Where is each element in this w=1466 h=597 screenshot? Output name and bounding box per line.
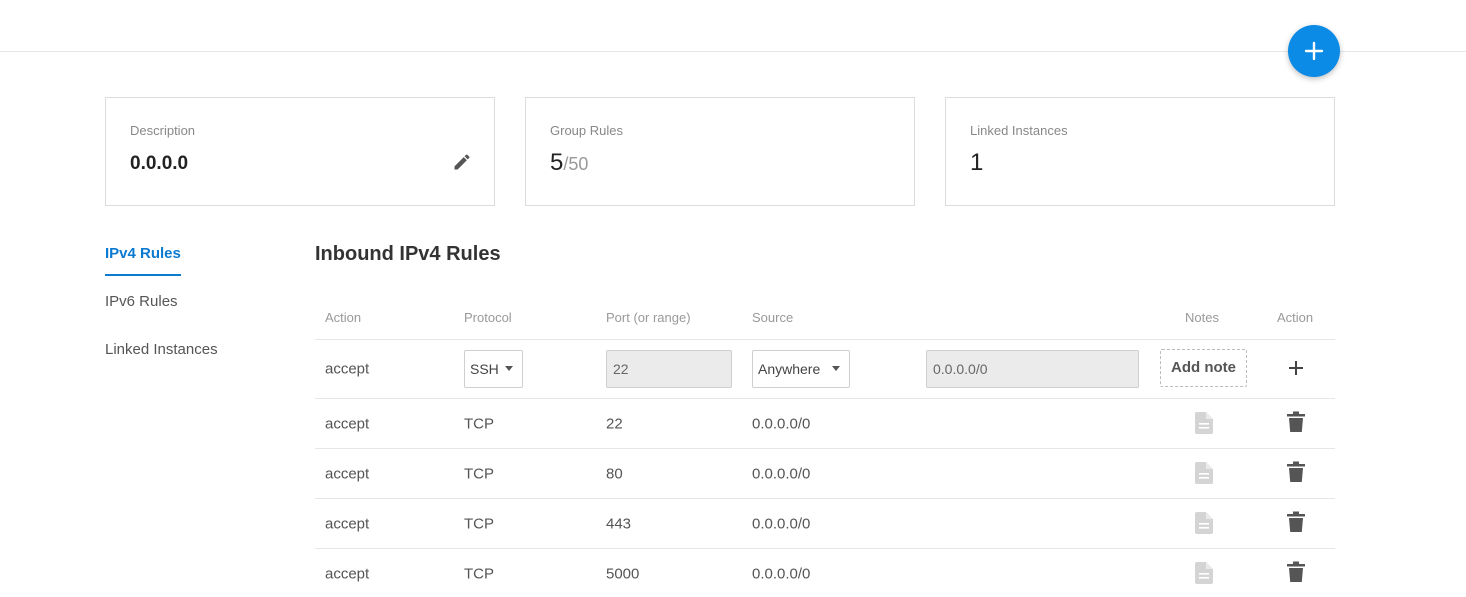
rule-port: 443 bbox=[606, 515, 632, 532]
rule-action: accept bbox=[325, 515, 370, 532]
rule-source: 0.0.0.0/0 bbox=[752, 465, 811, 482]
rule-action: accept bbox=[325, 415, 370, 432]
plus-icon bbox=[1304, 41, 1324, 61]
rule-protocol: TCP bbox=[464, 415, 494, 432]
rule-source: 0.0.0.0/0 bbox=[752, 565, 811, 582]
note-icon[interactable] bbox=[1195, 512, 1213, 534]
group-rules-card: Group Rules 5/50 bbox=[525, 97, 915, 206]
rule-source: 0.0.0.0/0 bbox=[752, 415, 811, 432]
table-row: accept TCP 22 0.0.0.0/0 bbox=[315, 399, 1335, 449]
caret-down-icon bbox=[505, 366, 513, 371]
rule-port: 22 bbox=[606, 415, 623, 432]
sidenav-item-linked-instances[interactable]: Linked Instances bbox=[105, 336, 218, 384]
description-label: Description bbox=[130, 123, 196, 138]
source-select-value: Anywhere bbox=[758, 361, 821, 377]
add-rule-fab[interactable] bbox=[1288, 25, 1340, 77]
header-protocol: Protocol bbox=[464, 310, 512, 325]
header-port: Port (or range) bbox=[606, 310, 691, 325]
sidenav-item-label: Linked Instances bbox=[105, 341, 218, 358]
note-icon[interactable] bbox=[1195, 412, 1213, 434]
sidenav-item-ipv6-rules[interactable]: IPv6 Rules bbox=[105, 288, 218, 336]
cidr-input[interactable]: 0.0.0.0/0 bbox=[926, 350, 1139, 388]
linked-instances-value: 1 bbox=[970, 149, 984, 176]
note-icon[interactable] bbox=[1195, 562, 1213, 584]
sidenav-item-label: IPv4 Rules bbox=[105, 240, 181, 276]
group-rules-value: 5/50 bbox=[550, 149, 588, 177]
trash-icon[interactable] bbox=[1286, 461, 1306, 483]
header-action: Action bbox=[325, 310, 362, 325]
header-action-2: Action bbox=[1277, 310, 1314, 325]
group-rules-label: Group Rules bbox=[550, 123, 623, 138]
trash-icon[interactable] bbox=[1286, 561, 1306, 583]
caret-down-icon bbox=[832, 366, 840, 371]
header-source: Source bbox=[752, 310, 794, 325]
pencil-icon[interactable] bbox=[452, 152, 472, 172]
table-row: accept TCP 5000 0.0.0.0/0 bbox=[315, 549, 1335, 597]
group-rules-count: 5 bbox=[550, 149, 564, 176]
sidenav-item-ipv4-rules[interactable]: IPv4 Rules bbox=[105, 240, 218, 288]
new-rule-action: accept bbox=[325, 360, 370, 378]
sidenav-item-label: IPv6 Rules bbox=[105, 293, 178, 310]
side-nav: IPv4 Rules IPv6 Rules Linked Instances bbox=[105, 240, 218, 384]
protocol-select[interactable]: SSH bbox=[464, 350, 523, 388]
source-select[interactable]: Anywhere bbox=[752, 350, 850, 388]
rule-action: accept bbox=[325, 565, 370, 582]
rule-protocol: TCP bbox=[464, 565, 494, 582]
table-header: Action Protocol Port (or range) Source N… bbox=[315, 298, 1335, 340]
trash-icon[interactable] bbox=[1286, 411, 1306, 433]
header-notes: Notes bbox=[1185, 310, 1219, 325]
top-divider bbox=[0, 51, 1466, 52]
rule-protocol: TCP bbox=[464, 465, 494, 482]
rules-table: Action Protocol Port (or range) Source N… bbox=[315, 298, 1335, 597]
rule-port: 5000 bbox=[606, 565, 640, 582]
new-rule-row: accept SSH 22 Anywhere 0.0.0.0/0 Add not… bbox=[315, 340, 1335, 399]
description-value: 0.0.0.0 bbox=[130, 153, 189, 174]
port-input[interactable]: 22 bbox=[606, 350, 732, 388]
table-row: accept TCP 443 0.0.0.0/0 bbox=[315, 499, 1335, 549]
note-icon[interactable] bbox=[1195, 462, 1213, 484]
trash-icon[interactable] bbox=[1286, 511, 1306, 533]
table-row: accept TCP 80 0.0.0.0/0 bbox=[315, 449, 1335, 499]
add-rule-plus-icon[interactable] bbox=[1285, 357, 1307, 379]
rule-action: accept bbox=[325, 465, 370, 482]
linked-instances-card: Linked Instances 1 bbox=[945, 97, 1335, 206]
description-card: Description 0.0.0.0 bbox=[105, 97, 495, 206]
rule-protocol: TCP bbox=[464, 515, 494, 532]
rule-source: 0.0.0.0/0 bbox=[752, 515, 811, 532]
protocol-select-value: SSH bbox=[470, 361, 499, 377]
section-title: Inbound IPv4 Rules bbox=[315, 243, 501, 265]
group-rules-max: /50 bbox=[563, 154, 589, 174]
linked-instances-label: Linked Instances bbox=[970, 123, 1068, 138]
add-note-button[interactable]: Add note bbox=[1160, 349, 1247, 387]
rule-port: 80 bbox=[606, 465, 623, 482]
